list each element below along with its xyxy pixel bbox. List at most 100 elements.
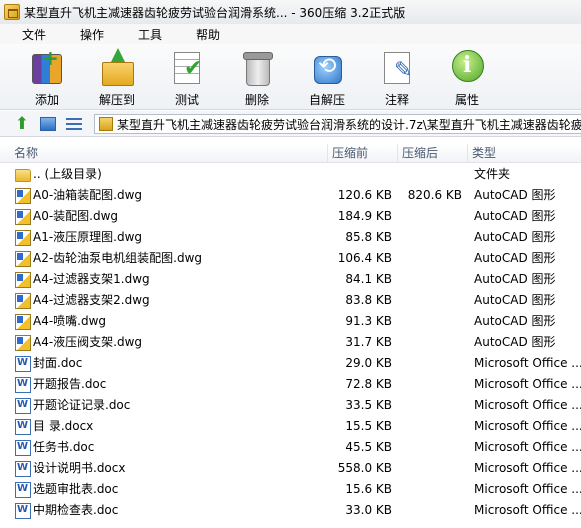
file-name: .. (上级目录) [33, 167, 102, 181]
app-icon[interactable] [4, 4, 20, 20]
list-view-icon[interactable] [66, 117, 82, 131]
file-row[interactable]: 目 录.docx 15.5 KB Microsoft Office ... [0, 416, 581, 437]
file-row[interactable]: A4-过滤器支架2.dwg 83.8 KB AutoCAD 图形 [0, 290, 581, 311]
file-row[interactable]: 封面.doc 29.0 KB Microsoft Office ... [0, 353, 581, 374]
column-name[interactable]: 名称 [0, 144, 328, 163]
file-name-cell: 任务书.doc [15, 437, 94, 458]
file-name-cell: A0-油箱装配图.dwg [15, 185, 142, 206]
file-name: 选题审批表.doc [33, 482, 119, 496]
file-name: A2-齿轮油泵电机组装配图.dwg [33, 251, 203, 265]
file-name-cell: A0-装配图.dwg [15, 206, 118, 227]
file-type: Microsoft Office ... [474, 356, 581, 370]
file-type: Microsoft Office ... [474, 461, 581, 475]
toolbar: 添加 解压到 测试 删除 自解压 注释 属性 [0, 44, 581, 110]
file-type: Microsoft Office ... [474, 398, 581, 412]
file-row[interactable]: A0-装配图.dwg 184.9 KB AutoCAD 图形 [0, 206, 581, 227]
column-type[interactable]: 类型 [468, 144, 581, 163]
self-extract-button[interactable]: 自解压 [298, 46, 356, 108]
properties-label: 属性 [454, 93, 479, 107]
path-field[interactable]: 某型直升飞机主减速器齿轮疲劳试验台润滑系统的设计.7z\某型直升飞机主减速器齿轮… [94, 114, 581, 134]
file-name: 目 录.docx [33, 419, 94, 433]
menu-operate[interactable]: 操作 [58, 26, 116, 43]
file-row[interactable]: A2-齿轮油泵电机组装配图.dwg 106.4 KB AutoCAD 图形 [0, 248, 581, 269]
file-row[interactable]: A0-油箱装配图.dwg 120.6 KB 820.6 KB AutoCAD 图形 [0, 185, 581, 206]
file-size: 33.5 KB [345, 398, 392, 412]
folder-icon [15, 169, 31, 182]
properties-button[interactable]: 属性 [438, 46, 496, 108]
file-size: 15.5 KB [345, 419, 392, 433]
file-row[interactable]: 选题审批表.doc 15.6 KB Microsoft Office ... [0, 479, 581, 500]
file-size: 85.8 KB [345, 230, 392, 244]
file-type: AutoCAD 图形 [474, 230, 556, 244]
add-label: 添加 [34, 93, 59, 107]
file-type: Microsoft Office ... [474, 440, 581, 454]
test-icon [168, 48, 206, 85]
file-name-cell: A4-过滤器支架2.dwg [15, 290, 150, 311]
extract-label: 解压到 [98, 93, 135, 107]
file-row[interactable]: 中期检查表.doc 33.0 KB Microsoft Office ... [0, 500, 581, 521]
column-size[interactable]: 压缩前 [328, 144, 398, 163]
file-row[interactable]: 开题论证记录.doc 33.5 KB Microsoft Office ... [0, 395, 581, 416]
file-name: 设计说明书.docx [33, 461, 126, 475]
menu-help[interactable]: 帮助 [174, 26, 232, 43]
file-size: 84.1 KB [345, 272, 392, 286]
file-size: 45.5 KB [345, 440, 392, 454]
dwg-icon [15, 208, 31, 225]
file-name: A0-装配图.dwg [33, 209, 119, 223]
delete-button[interactable]: 删除 [228, 46, 286, 108]
add-archive-icon [28, 46, 66, 85]
word-doc-icon [15, 501, 31, 519]
file-name-cell: 选题审批表.doc [15, 479, 118, 500]
word-doc-icon [15, 375, 31, 393]
file-name-cell: 开题论证记录.doc [15, 395, 130, 416]
word-doc-icon [15, 396, 31, 414]
delete-icon [238, 48, 276, 86]
file-name-cell: A4-过滤器支架1.dwg [15, 269, 150, 290]
comment-button[interactable]: 注释 [368, 46, 426, 108]
dwg-icon [15, 229, 31, 246]
file-row[interactable]: A4-过滤器支架1.dwg 84.1 KB AutoCAD 图形 [0, 269, 581, 290]
menu-tools[interactable]: 工具 [116, 26, 174, 43]
word-doc-icon [15, 438, 31, 456]
dwg-icon [15, 271, 31, 288]
file-type: Microsoft Office ... [474, 419, 581, 433]
file-type: 文件夹 [474, 167, 511, 181]
file-type: AutoCAD 图形 [474, 272, 556, 286]
file-row[interactable]: 设计说明书.docx 558.0 KB Microsoft Office ... [0, 458, 581, 479]
test-label: 测试 [174, 93, 199, 107]
comment-icon [378, 48, 416, 85]
file-row[interactable]: A4-液压阀支架.dwg 31.7 KB AutoCAD 图形 [0, 332, 581, 353]
extract-icon [98, 48, 136, 86]
file-row[interactable]: A1-液压原理图.dwg 85.8 KB AutoCAD 图形 [0, 227, 581, 248]
window-title: 某型直升飞机主减速器齿轮疲劳试验台润滑系统... - 360压缩 3.2正式版 [24, 5, 406, 20]
thumbnail-view-icon[interactable] [40, 117, 56, 131]
file-type: AutoCAD 图形 [474, 335, 556, 349]
info-icon [448, 48, 486, 85]
file-row[interactable]: .. (上级目录) 文件夹 [0, 164, 581, 185]
file-type: Microsoft Office ... [474, 377, 581, 391]
file-name: A1-液压原理图.dwg [33, 230, 143, 244]
title-bar: 某型直升飞机主减速器齿轮疲劳试验台润滑系统... - 360压缩 3.2正式版 [0, 0, 581, 24]
file-row[interactable]: 开题报告.doc 72.8 KB Microsoft Office ... [0, 374, 581, 395]
file-name-cell: 封面.doc [15, 353, 82, 374]
file-size: 106.4 KB [337, 251, 392, 265]
file-packed-size: 820.6 KB [407, 188, 462, 202]
file-row[interactable]: 任务书.doc 45.5 KB Microsoft Office ... [0, 437, 581, 458]
word-doc-icon [15, 354, 31, 372]
extract-button[interactable]: 解压到 [88, 46, 146, 108]
add-button[interactable]: 添加 [18, 46, 76, 108]
file-size: 558.0 KB [337, 461, 392, 475]
file-row[interactable]: A4-喷嘴.dwg 91.3 KB AutoCAD 图形 [0, 311, 581, 332]
file-name-cell: A2-齿轮油泵电机组装配图.dwg [15, 248, 202, 269]
menu-file[interactable]: 文件 [0, 26, 58, 43]
file-size: 184.9 KB [337, 209, 392, 223]
up-arrow-icon[interactable]: ⬆ [14, 115, 30, 133]
column-packed[interactable]: 压缩后 [398, 144, 468, 163]
file-size: 29.0 KB [345, 356, 392, 370]
file-name: 开题报告.doc [33, 377, 107, 391]
test-button[interactable]: 测试 [158, 46, 216, 108]
file-type: Microsoft Office ... [474, 503, 581, 517]
file-size: 91.3 KB [345, 314, 392, 328]
dwg-icon [15, 334, 31, 351]
file-type: AutoCAD 图形 [474, 251, 556, 265]
